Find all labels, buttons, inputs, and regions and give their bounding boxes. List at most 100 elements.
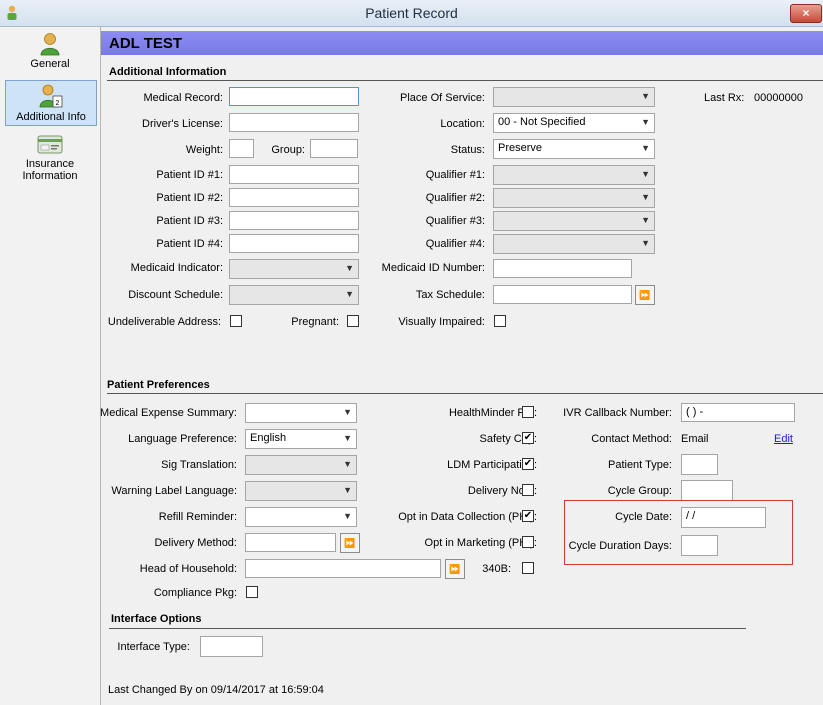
chevron-down-icon: ▼: [343, 511, 352, 521]
patient-id-2-input[interactable]: [229, 188, 359, 207]
medical-expense-summary-label: Medical Expense Summary:: [100, 407, 237, 419]
section-divider: [107, 393, 823, 394]
patient-type-label: Patient Type:: [607, 459, 672, 471]
sidebar-item-insurance-information[interactable]: Insurance Information: [5, 134, 95, 188]
status-select[interactable]: Preserve ▼: [493, 139, 655, 159]
medicaid-id-number-input[interactable]: [493, 259, 632, 278]
qualifier-4-select[interactable]: ▼: [493, 234, 655, 254]
chevron-down-icon: ▼: [343, 407, 352, 417]
patient-type-input[interactable]: [681, 454, 718, 475]
close-button[interactable]: ×: [790, 4, 822, 23]
fast-forward-icon: ⏩: [344, 538, 356, 548]
sidebar-item-label: Additional Info: [16, 111, 86, 123]
sidebar-item-label: General: [30, 58, 70, 70]
cycle-group-input[interactable]: [681, 480, 733, 501]
group-input[interactable]: [310, 139, 358, 158]
discount-schedule-select[interactable]: ▼: [229, 285, 359, 305]
chevron-down-icon: ▼: [641, 192, 650, 202]
patient-id-4-input[interactable]: [229, 234, 359, 253]
qualifier-2-label: Qualifier #2:: [425, 192, 485, 204]
delivery-method-lookup-button[interactable]: ⏩: [340, 533, 360, 553]
weight-input[interactable]: [229, 139, 254, 158]
delivery-note-checkbox[interactable]: [522, 484, 534, 496]
language-preference-select[interactable]: English ▼: [245, 429, 357, 449]
chevron-down-icon: ▼: [641, 117, 650, 127]
tax-schedule-input[interactable]: [493, 285, 632, 304]
pregnant-checkbox[interactable]: [347, 315, 359, 327]
person-info-icon: 2: [39, 84, 63, 108]
patient-header: ADL TEST: [101, 31, 823, 55]
patient-id-3-input[interactable]: [229, 211, 359, 230]
sidebar-item-general[interactable]: General: [5, 32, 95, 74]
select-value: Preserve: [498, 142, 543, 154]
refill-reminder-select[interactable]: ▼: [245, 507, 357, 527]
head-of-household-input[interactable]: [245, 559, 441, 578]
undeliverable-address-checkbox[interactable]: [230, 315, 242, 327]
checkmark-icon: ✔: [523, 458, 533, 469]
medical-record-input[interactable]: [229, 87, 359, 106]
safety-cap-checkbox[interactable]: ✔: [522, 432, 534, 444]
patient-preferences-heading: Patient Preferences: [107, 379, 210, 391]
qualifier-3-select[interactable]: ▼: [493, 211, 655, 231]
drivers-license-input[interactable]: [229, 113, 359, 132]
person-icon: [40, 33, 60, 56]
visually-impaired-label: Visually Impaired:: [398, 316, 485, 328]
sidebar-item-additional-info[interactable]: 2 Additional Info: [5, 80, 97, 126]
medicaid-indicator-select[interactable]: ▼: [229, 259, 359, 279]
cycle-duration-days-input[interactable]: [681, 535, 718, 556]
medicaid-indicator-label: Medicaid Indicator:: [130, 262, 223, 274]
contact-method-edit-link[interactable]: Edit: [774, 433, 793, 445]
visually-impaired-checkbox[interactable]: [494, 315, 506, 327]
last-changed-text: Last Changed By on 09/14/2017 at 16:59:0…: [108, 684, 324, 696]
sidebar-item-label: Insurance: [25, 158, 75, 170]
chevron-down-icon: ▼: [345, 289, 354, 299]
opt-in-data-collection-checkbox[interactable]: ✔: [522, 510, 534, 522]
pregnant-label: Pregnant:: [291, 316, 339, 328]
patient-id-1-input[interactable]: [229, 165, 359, 184]
qualifier-1-label: Qualifier #1:: [425, 169, 485, 181]
fast-forward-icon: ⏩: [449, 564, 461, 574]
checkmark-icon: ✔: [523, 510, 533, 521]
title-bar: Patient Record ×: [0, 0, 823, 27]
section-divider: [107, 80, 823, 81]
warning-label-language-select[interactable]: ▼: [245, 481, 357, 501]
sidebar: General 2 Additional Info Insurance Info…: [0, 27, 101, 705]
language-preference-label: Language Preference:: [128, 433, 237, 445]
opt-in-marketing-label: Opt in Marketing (PHI):: [424, 537, 537, 549]
ldm-participation-checkbox[interactable]: ✔: [522, 458, 534, 470]
patient-name: ADL TEST: [109, 35, 183, 52]
340b-checkbox[interactable]: [522, 562, 534, 574]
checkmark-icon: ✔: [523, 432, 533, 443]
contact-method-value: Email: [681, 433, 709, 445]
chevron-down-icon: ▼: [641, 91, 650, 101]
chevron-down-icon: ▼: [641, 143, 650, 153]
interface-type-input[interactable]: [200, 636, 263, 657]
last-rx-label: Last Rx:: [704, 92, 745, 104]
delivery-method-input[interactable]: [245, 533, 336, 552]
cycle-date-input[interactable]: / /: [681, 507, 766, 528]
group-label: Group:: [271, 144, 305, 156]
sig-translation-select[interactable]: ▼: [245, 455, 357, 475]
patient-id-2-label: Patient ID #2:: [156, 192, 223, 204]
medicaid-id-number-label: Medicaid ID Number:: [381, 262, 485, 274]
qualifier-2-select[interactable]: ▼: [493, 188, 655, 208]
tax-schedule-lookup-button[interactable]: ⏩: [635, 285, 655, 305]
chevron-down-icon: ▼: [343, 485, 352, 495]
medical-expense-summary-select[interactable]: ▼: [245, 403, 357, 423]
compliance-pkg-checkbox[interactable]: [246, 586, 258, 598]
weight-label: Weight:: [185, 144, 223, 156]
sig-translation-label: Sig Translation:: [161, 459, 237, 471]
location-select[interactable]: 00 - Not Specified ▼: [493, 113, 655, 133]
qualifier-1-select[interactable]: ▼: [493, 165, 655, 185]
head-of-household-lookup-button[interactable]: ⏩: [445, 559, 465, 579]
ivr-callback-number-label: IVR Callback Number:: [563, 407, 672, 419]
opt-in-marketing-checkbox[interactable]: [522, 536, 534, 548]
tax-schedule-label: Tax Schedule:: [415, 289, 485, 301]
sidebar-item-label: Information: [22, 170, 78, 182]
cycle-duration-days-label: Cycle Duration Days:: [568, 540, 672, 552]
opt-in-data-collection-label: Opt in Data Collection (PHI):: [398, 511, 537, 523]
ivr-callback-number-input[interactable]: ( ) -: [681, 403, 795, 422]
location-label: Location:: [440, 118, 485, 130]
healthminder-pat-checkbox[interactable]: [522, 406, 534, 418]
place-of-service-select[interactable]: ▼: [493, 87, 655, 107]
